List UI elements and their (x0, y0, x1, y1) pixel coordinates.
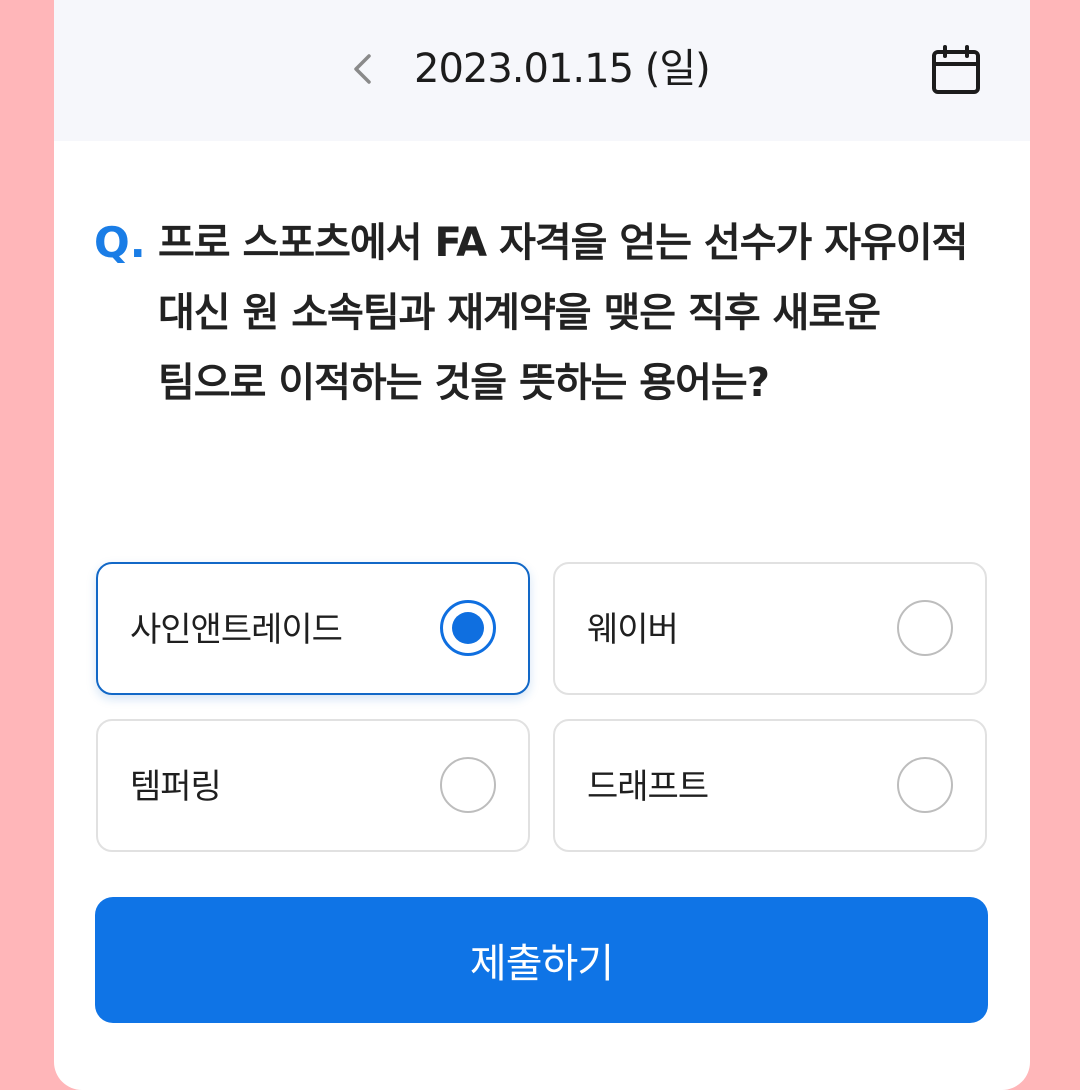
calendar-button[interactable] (926, 40, 986, 100)
quiz-card: 2023.01.15 (일) Q. 프로 스포츠에서 FA 자격을 얻는 선수가… (54, 0, 1030, 1090)
submit-button[interactable]: 제출하기 (95, 897, 988, 1023)
option-label: 드래프트 (587, 767, 709, 807)
radio-unselected[interactable] (897, 757, 953, 813)
radio-unselected[interactable] (440, 757, 496, 813)
date-header: 2023.01.15 (일) (54, 0, 1030, 141)
radio-selected[interactable] (440, 600, 496, 656)
option-label: 템퍼링 (130, 767, 222, 807)
option-tampering[interactable]: 템퍼링 (96, 719, 530, 852)
question-text: 프로 스포츠에서 FA 자격을 얻는 선수가 자유이적 대신 원 소속팀과 재계… (158, 220, 968, 406)
radio-dot (452, 612, 484, 644)
chevron-left-icon (354, 54, 371, 84)
option-waiver[interactable]: 웨이버 (553, 562, 987, 695)
option-draft[interactable]: 드래프트 (553, 719, 987, 852)
date-label: 2023.01.15 (일) (414, 46, 711, 92)
calendar-icon (932, 45, 980, 94)
option-label: 사인앤트레이드 (130, 610, 343, 650)
radio-unselected[interactable] (897, 600, 953, 656)
previous-date-button[interactable] (340, 44, 384, 94)
option-sign-and-trade[interactable]: 사인앤트레이드 (96, 562, 530, 695)
option-label: 웨이버 (587, 610, 679, 650)
question-mark-label: Q. (94, 218, 146, 267)
